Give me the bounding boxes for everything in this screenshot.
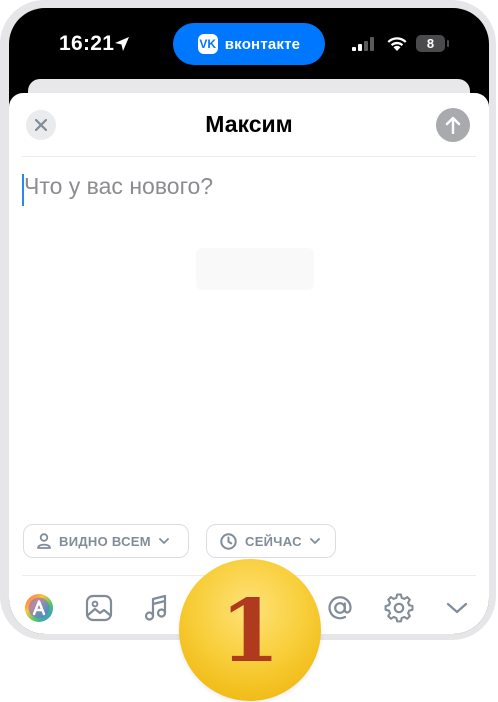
phone-screen: 16:21 VK вконтакте 8 Максим Что у вас но… xyxy=(9,8,489,634)
chevron-down-icon xyxy=(158,538,169,544)
chevron-down-icon xyxy=(446,602,468,614)
arrow-up-icon xyxy=(445,116,461,134)
mention-button[interactable] xyxy=(324,592,356,624)
visibility-chip-label: ВИДНО ВСЕМ xyxy=(59,533,151,549)
chevron-down-icon xyxy=(309,538,320,544)
vk-logo-icon: VK xyxy=(197,34,218,54)
clock-icon xyxy=(220,532,237,550)
placeholder-block xyxy=(196,248,314,290)
phone-frame: 16:21 VK вконтакте 8 Максим Что у вас но… xyxy=(0,0,496,640)
gear-icon xyxy=(384,593,414,623)
wifi-icon xyxy=(387,37,407,51)
music-button[interactable] xyxy=(140,592,172,624)
text-style-button[interactable] xyxy=(23,592,55,624)
post-text-input[interactable]: Что у вас нового? xyxy=(24,173,213,200)
composer-title: Максим xyxy=(205,111,293,137)
schedule-chip[interactable]: СЕЙЧАС xyxy=(206,524,336,558)
photo-button[interactable] xyxy=(83,592,115,624)
photo-icon xyxy=(85,594,113,622)
header-divider xyxy=(22,156,476,157)
visibility-chip[interactable]: ВИДНО ВСЕМ xyxy=(23,524,189,558)
battery-cap xyxy=(447,40,449,47)
publish-button[interactable] xyxy=(436,108,470,142)
battery-level: 8 xyxy=(426,36,435,51)
music-icon xyxy=(144,594,167,621)
more-options-button[interactable] xyxy=(441,592,473,624)
status-bar: 16:21 VK вконтакте 8 xyxy=(9,8,489,80)
schedule-chip-label: СЕЙЧАС xyxy=(245,533,302,549)
post-composer-sheet: Максим Что у вас нового? ВИДНО ВСЕМ СЕЙЧ… xyxy=(9,93,489,634)
settings-button[interactable] xyxy=(383,592,415,624)
text-style-icon xyxy=(25,594,53,622)
mention-icon xyxy=(328,596,352,620)
person-icon xyxy=(37,533,51,549)
status-time: 16:21 xyxy=(59,32,115,55)
vk-app-pill[interactable]: VK вконтакте xyxy=(173,23,325,65)
vk-pill-label: вконтакте xyxy=(224,35,301,53)
step-number: 1 xyxy=(220,581,280,682)
battery-indicator: 8 xyxy=(416,35,445,52)
cellular-signal-icon xyxy=(352,37,374,51)
location-arrow-icon xyxy=(115,37,129,51)
step-number-badge: 1 xyxy=(179,559,321,701)
